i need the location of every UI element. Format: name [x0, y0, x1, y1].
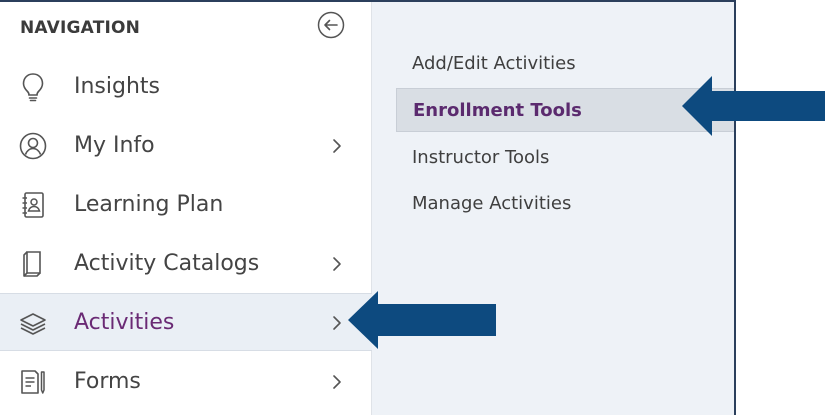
book-icon	[18, 249, 48, 279]
navigation-panel: NAVIGATION Insights My Info Learning Pla…	[0, 2, 372, 415]
chevron-right-icon	[328, 310, 346, 336]
submenu-item-instructor-tools[interactable]: Instructor Tools	[396, 136, 734, 180]
submenu-item-manage-activities[interactable]: Manage Activities	[396, 182, 734, 226]
nav-item-label: Forms	[74, 369, 141, 394]
collapse-nav-button[interactable]	[316, 10, 346, 40]
nav-item-label: My Info	[74, 133, 155, 158]
chevron-right-icon	[328, 369, 346, 395]
app-frame: NAVIGATION Insights My Info Learning Pla…	[0, 0, 736, 415]
nav-item-forms[interactable]: Forms	[0, 353, 372, 411]
nav-item-label: Insights	[74, 74, 161, 99]
nav-item-learning-plan[interactable]: Learning Plan	[0, 176, 372, 234]
nav-item-insights[interactable]: Insights	[0, 58, 372, 116]
layers-icon	[18, 308, 48, 338]
nav-item-label: Activity Catalogs	[74, 251, 260, 276]
annotation-arrow-left-icon	[348, 291, 496, 349]
nav-item-activity-catalogs[interactable]: Activity Catalogs	[0, 235, 372, 293]
nav-item-activities[interactable]: Activities	[0, 293, 372, 351]
chevron-right-icon	[328, 251, 346, 277]
user-circle-icon	[18, 131, 48, 161]
chevron-right-icon	[328, 133, 346, 159]
submenu-panel: Add/Edit Activities Enrollment Tools Ins…	[372, 2, 734, 415]
navigation-header: NAVIGATION	[20, 18, 141, 38]
nav-item-my-info[interactable]: My Info	[0, 117, 372, 175]
lightbulb-icon	[18, 72, 48, 102]
form-pen-icon	[18, 367, 48, 397]
nav-item-label: Learning Plan	[74, 192, 224, 217]
nav-item-label: Activities	[74, 310, 175, 335]
arrow-left-circle-icon	[317, 11, 345, 39]
address-book-icon	[18, 190, 48, 220]
annotation-arrow-left-icon	[682, 76, 825, 136]
